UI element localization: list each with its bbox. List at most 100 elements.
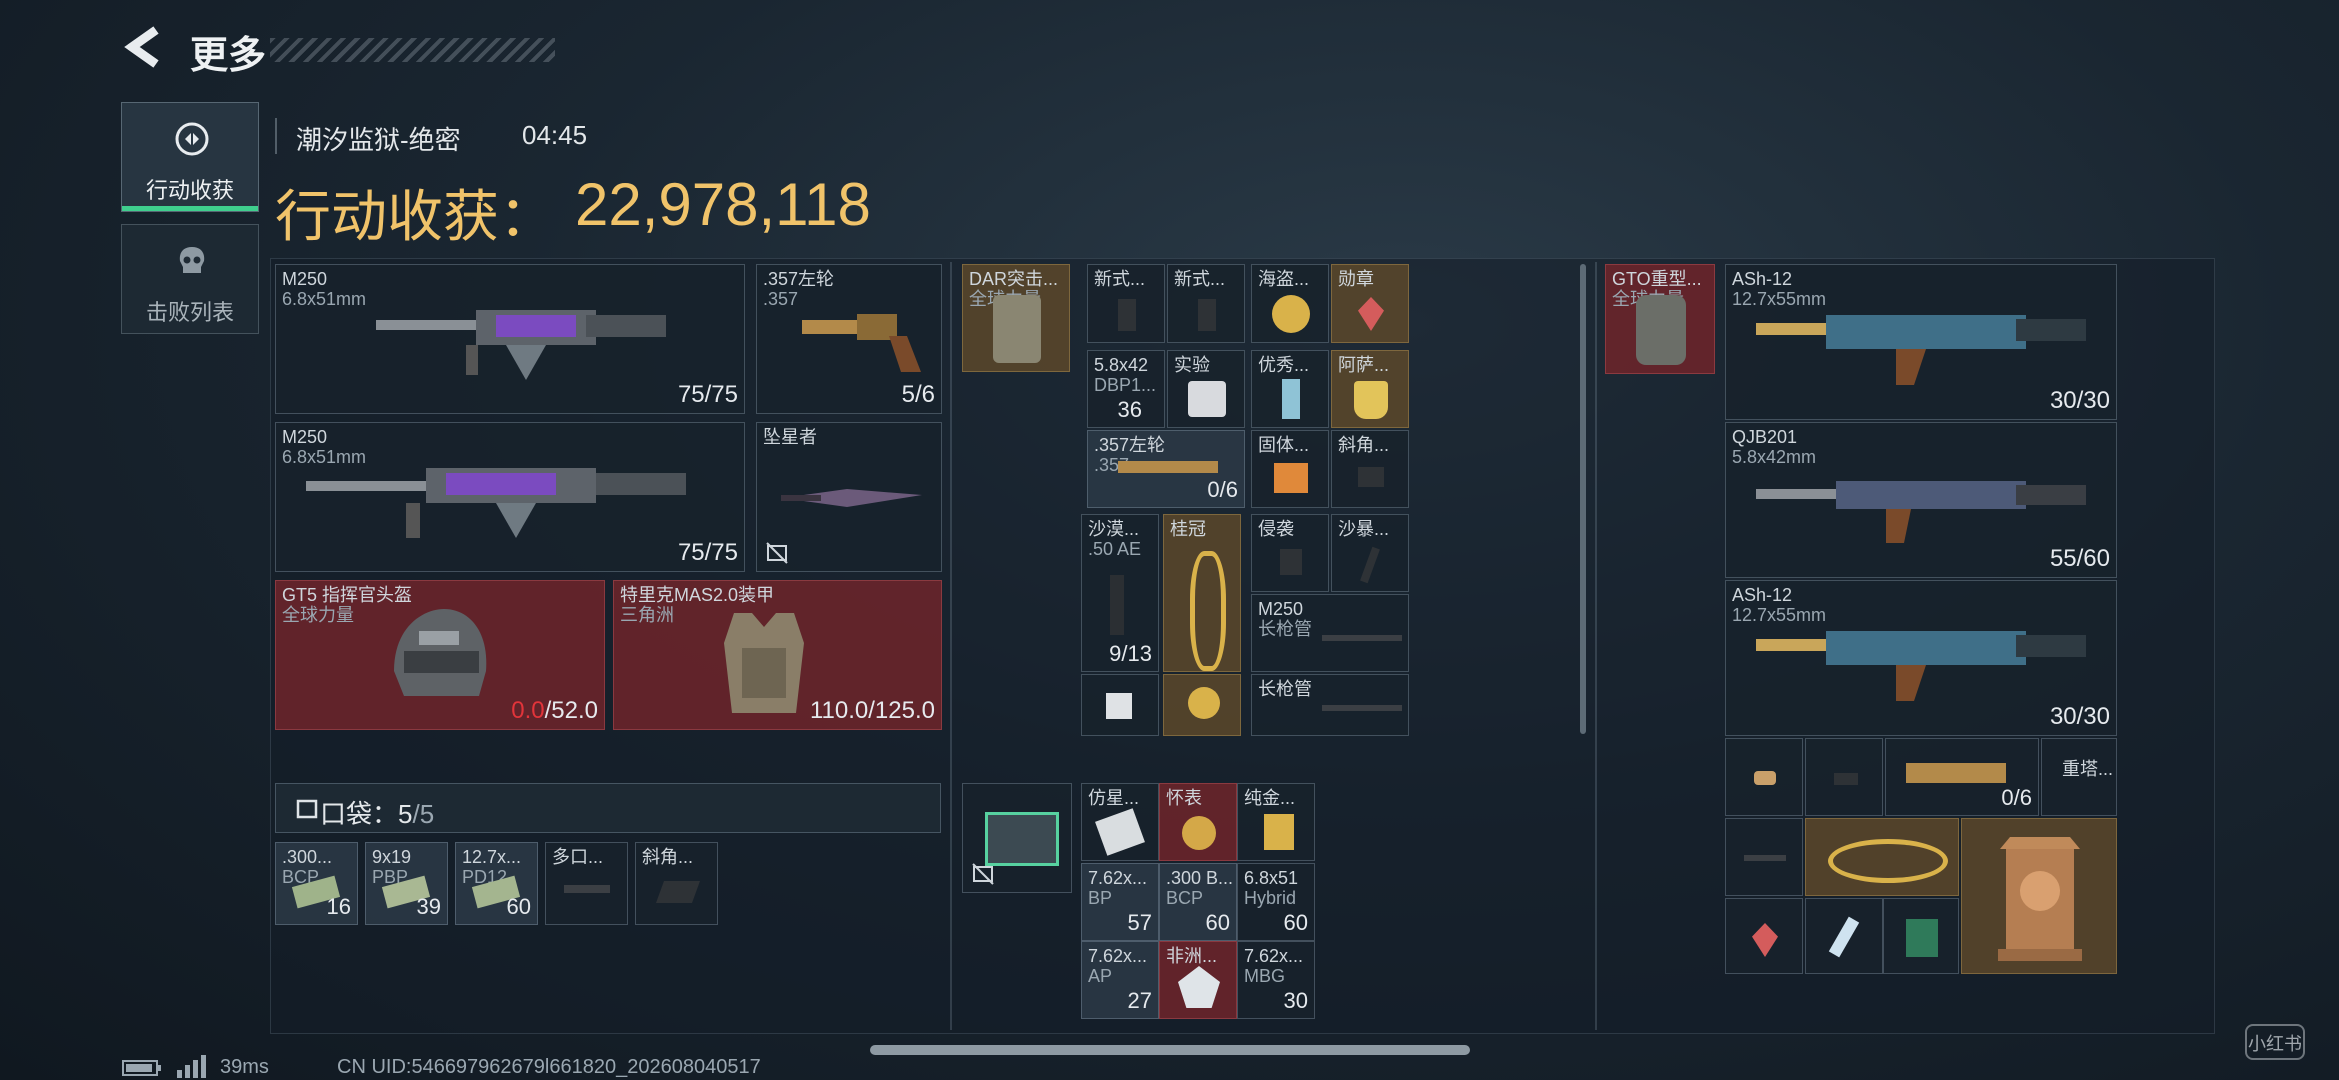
helmet-slot[interactable]: GT5 指挥官头盔 全球力量 0.0/52.0 — [275, 580, 605, 730]
back-button[interactable] — [120, 22, 180, 82]
bag-item[interactable]: 纯金... — [1237, 783, 1315, 861]
rig-item[interactable] — [1081, 674, 1159, 736]
backpack-item[interactable] — [1725, 738, 1803, 816]
backpack-item[interactable] — [1725, 898, 1803, 974]
backpack-item[interactable] — [1883, 898, 1959, 974]
pouch-icon — [296, 799, 318, 819]
rig-item[interactable]: 新式... — [1087, 264, 1165, 343]
backpack-item[interactable] — [1805, 738, 1883, 816]
column-divider-2 — [1595, 262, 1597, 1030]
rifle-icon — [1756, 481, 2086, 543]
backpack-item[interactable] — [1961, 818, 2117, 974]
rig-item[interactable]: 沙暴... — [1331, 514, 1409, 592]
rig-item[interactable]: 阿萨... — [1331, 350, 1409, 428]
cup-icon — [1354, 381, 1388, 419]
backpack-item[interactable] — [1805, 898, 1883, 974]
case-slot[interactable] — [962, 783, 1072, 893]
pocket-slot-3[interactable]: 12.7x... PD12 60 — [455, 842, 538, 925]
backpack-weapon-1[interactable]: ASh-12 12.7x55mm 30/30 — [1725, 264, 2117, 420]
rig-item[interactable]: 固体... — [1251, 430, 1329, 508]
backpack-item[interactable] — [1725, 818, 1803, 896]
bag-item[interactable]: .300 B... BCP 60 — [1159, 863, 1237, 941]
laurel-icon — [1828, 839, 1948, 883]
backpack-item[interactable]: 0/6 — [1885, 738, 2039, 816]
chest-rig-icon — [993, 295, 1041, 363]
armor-brand: 三角洲 — [620, 605, 674, 625]
rig-item[interactable]: 优秀... — [1251, 350, 1329, 428]
vial-icon — [1282, 379, 1300, 419]
column-divider-1 — [950, 262, 952, 1030]
rig-item[interactable]: 新式... — [1167, 264, 1245, 343]
weapon-ammo: 75/75 — [677, 539, 738, 566]
pouch-label: 口袋：5/5 — [320, 799, 435, 829]
helmet-brand: 全球力量 — [282, 605, 354, 625]
coin-icon — [1188, 687, 1220, 719]
page-scrollbar[interactable] — [870, 1045, 1470, 1055]
pocket-slot-5[interactable]: 斜角... — [635, 842, 718, 925]
revolver-slot[interactable]: .357左轮 .357 5/6 — [756, 264, 942, 414]
rig-slot[interactable]: DAR突击... 全球力量 — [962, 264, 1070, 372]
revolver-name: .357左轮 — [763, 269, 835, 289]
pocket-slot-1[interactable]: .300... BCP... 16 — [275, 842, 358, 925]
bag-item[interactable]: 怀表 — [1159, 783, 1237, 861]
bag-item[interactable]: 7.62x... MBG 30 — [1237, 941, 1315, 1019]
rig-item[interactable]: 海盗... — [1251, 264, 1329, 343]
no-insure-icon — [766, 542, 788, 564]
rig-item[interactable]: 勋章 — [1331, 264, 1409, 343]
battery-icon — [122, 1060, 161, 1076]
rig-item[interactable]: 长枪管 — [1251, 674, 1409, 736]
bag-item[interactable]: 仿星... — [1081, 783, 1159, 861]
weapon-ammo: 75/75 — [677, 381, 738, 408]
grip-icon — [655, 881, 701, 903]
rig-item[interactable]: 桂冠 — [1163, 514, 1241, 672]
rig-item[interactable]: 5.8x42 DBP1... 36 — [1087, 350, 1165, 428]
back-arrow-icon — [124, 26, 159, 68]
bag-item[interactable]: 7.62x... AP 27 — [1081, 941, 1159, 1019]
pouch-header: 口袋：5/5 — [275, 783, 941, 833]
pocket-slot-2[interactable]: 9x19 PBP 39 — [365, 842, 448, 925]
bag-item[interactable]: 7.62x... BP 57 — [1081, 863, 1159, 941]
skull-icon — [179, 247, 205, 273]
loot-value: 22,978,118 — [575, 171, 871, 238]
melee-slot[interactable]: 坠星者 — [756, 422, 942, 572]
bag-item[interactable]: 6.8x51 Hybrid 60 — [1237, 863, 1315, 941]
watermark: 小红书 — [2245, 1024, 2305, 1060]
pocket-slot-4[interactable]: 多口... — [545, 842, 628, 925]
rig-item[interactable]: .357左轮 .357 0/6 — [1087, 430, 1245, 508]
rig-item[interactable]: 沙漠... .50 AE 9/13 — [1081, 514, 1159, 672]
backpack-weapon-2[interactable]: QJB201 5.8x42mm 55/60 — [1725, 422, 2117, 578]
header-stripes — [270, 38, 555, 62]
tab-kills[interactable]: 击败列表 — [121, 224, 259, 334]
item-icon — [1106, 693, 1132, 719]
armor-slot[interactable]: 特里克MAS2.0装甲 三角洲 110.0/125.0 — [613, 580, 942, 730]
bag-item[interactable]: 非洲... — [1159, 941, 1237, 1019]
weapon-slot-2[interactable]: M250 6.8x51mm 75/75 — [275, 422, 745, 572]
backpack-item[interactable] — [1805, 818, 1959, 896]
fuel-icon — [1274, 463, 1308, 493]
rig-scrollbar[interactable] — [1580, 264, 1586, 734]
attachment-icon — [1834, 773, 1858, 785]
shrine-icon — [1998, 837, 2082, 961]
backpack-item[interactable]: 重塔... — [2041, 738, 2117, 816]
diamond-icon — [1178, 966, 1220, 1008]
rifle-icon — [1756, 315, 2086, 385]
rig-item[interactable]: 侵袭 — [1251, 514, 1329, 592]
rig-item[interactable]: M250 长枪管 — [1251, 594, 1409, 672]
machine-gun-icon — [376, 310, 666, 380]
weapon-slot-1[interactable]: M250 6.8x51mm 75/75 — [275, 264, 745, 414]
armor-vest-icon — [724, 613, 804, 713]
rig-item[interactable]: 实验 — [1167, 350, 1245, 428]
rig-item[interactable] — [1163, 674, 1241, 736]
backpack-slot[interactable]: GTO重型... 全球力量 — [1605, 264, 1715, 374]
tab-loot[interactable]: 行动收获 — [121, 102, 259, 212]
machine-gun-icon — [306, 468, 686, 538]
tab-active-indicator — [122, 206, 258, 211]
rig-item[interactable]: 斜角... — [1331, 430, 1409, 508]
revolver-icon — [1906, 763, 2006, 783]
coin-icon — [1272, 295, 1310, 333]
grip-icon — [1358, 467, 1384, 487]
map-name: 潮汐监狱-绝密 — [296, 125, 461, 155]
revolver-caliber: .357 — [763, 289, 799, 309]
backpack-weapon-3[interactable]: ASh-12 12.7x55mm 30/30 — [1725, 580, 2117, 736]
barrel-icon — [1322, 635, 1402, 641]
